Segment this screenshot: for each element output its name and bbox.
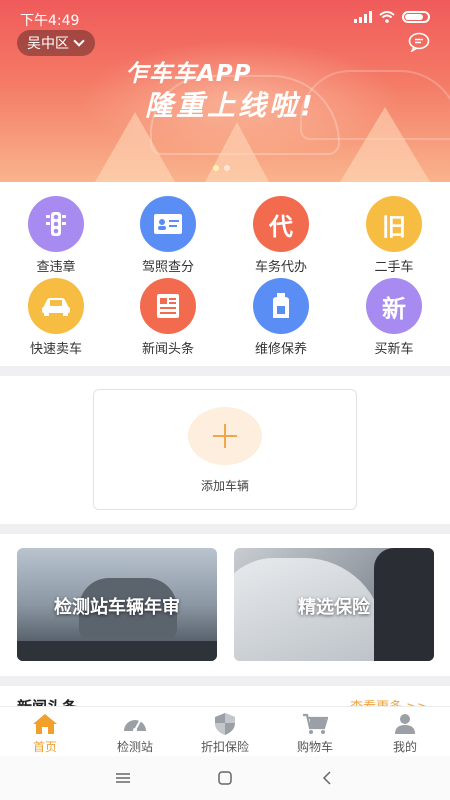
service-label: 驾照查分 [141,260,194,275]
service-buy-new-car[interactable]: 新 买新车 [338,274,450,357]
bottom-tab-bar: 首页 检测站 折扣保险 购物车 我的 [0,706,450,756]
chat-bubble-icon[interactable] [408,32,430,52]
tab-inspection-station[interactable]: 检测站 [90,707,180,756]
car-icon [28,278,84,334]
system-nav-bar [0,756,450,800]
service-label: 买新车 [374,342,414,357]
carousel-indicator [213,165,230,171]
back-icon[interactable] [312,768,342,788]
plus-icon [188,407,262,465]
location-selector[interactable]: 吴中区 [17,30,95,56]
carousel-dot[interactable] [213,165,219,171]
service-label: 二手车 [374,260,414,275]
new-char-icon: 新 [366,278,422,334]
home-icon [32,713,58,735]
carousel-dot[interactable] [224,165,230,171]
tab-mine[interactable]: 我的 [360,707,450,756]
oil-can-icon [253,278,309,334]
tab-label: 购物车 [296,740,333,754]
service-label: 查违章 [36,260,76,275]
signal-icon [354,11,372,23]
used-char-icon: 旧 [366,196,422,252]
tab-label: 我的 [392,740,417,754]
service-used-car[interactable]: 旧 二手车 [338,192,450,275]
banner-triangle-decoration [340,107,430,182]
home-square-icon[interactable] [210,768,240,788]
promo-insurance-card[interactable]: 精选保险 [234,548,434,661]
add-vehicle-card[interactable]: 添加车辆 [93,389,357,510]
tab-label: 折扣保险 [200,740,249,754]
add-vehicle-label: 添加车辆 [200,479,249,493]
service-violation-query[interactable]: 查违章 [0,192,112,275]
newspaper-icon [140,278,196,334]
shield-icon [212,713,238,735]
service-label: 维修保养 [254,342,307,357]
battery-icon [402,11,430,23]
promo-inspection-card[interactable]: 检测站车辆年审 [17,548,217,661]
inspection-lane-image [17,641,217,661]
menu-icon[interactable] [108,768,138,788]
tab-shopping-cart[interactable]: 购物车 [270,707,360,756]
service-vehicle-agency[interactable]: 代 车务代办 [225,192,337,275]
section-divider [0,366,450,376]
service-label: 车务代办 [254,260,307,275]
promo-label: 精选保险 [298,597,370,618]
chevron-down-icon [73,35,85,47]
service-quick-sell[interactable]: 快速卖车 [0,274,112,357]
promo-label: 检测站车辆年审 [54,597,180,618]
status-bar: 下午4:49 [0,0,450,30]
service-label: 新闻头条 [141,342,194,357]
section-divider [0,524,450,534]
location-label: 吴中区 [27,36,69,52]
service-news[interactable]: 新闻头条 [112,274,224,357]
service-grid: 查违章 驾照查分 代 车务代办 旧 二手车 快速卖车 新闻头条 维修保养 新 买… [0,192,450,362]
section-divider [0,676,450,686]
user-icon [392,713,418,735]
tab-label: 检测站 [116,740,153,754]
banner-subtitle: 隆重上线啦! [145,89,316,122]
cart-icon [302,713,328,735]
wifi-icon [379,11,395,23]
status-time: 下午4:49 [20,13,80,29]
tab-label: 首页 [32,740,57,754]
agency-char-icon: 代 [253,196,309,252]
service-maintenance[interactable]: 维修保养 [225,274,337,357]
banner-title: 乍车车APP [125,61,252,87]
tab-home[interactable]: 首页 [0,707,90,756]
license-card-icon [140,196,196,252]
service-license-points[interactable]: 驾照查分 [112,192,224,275]
banner-triangle-decoration [205,122,269,182]
status-icons [354,11,430,23]
speedometer-icon [122,713,148,735]
tab-discount-insurance[interactable]: 折扣保险 [180,707,270,756]
traffic-light-icon [28,196,84,252]
service-label: 快速卖车 [29,342,82,357]
